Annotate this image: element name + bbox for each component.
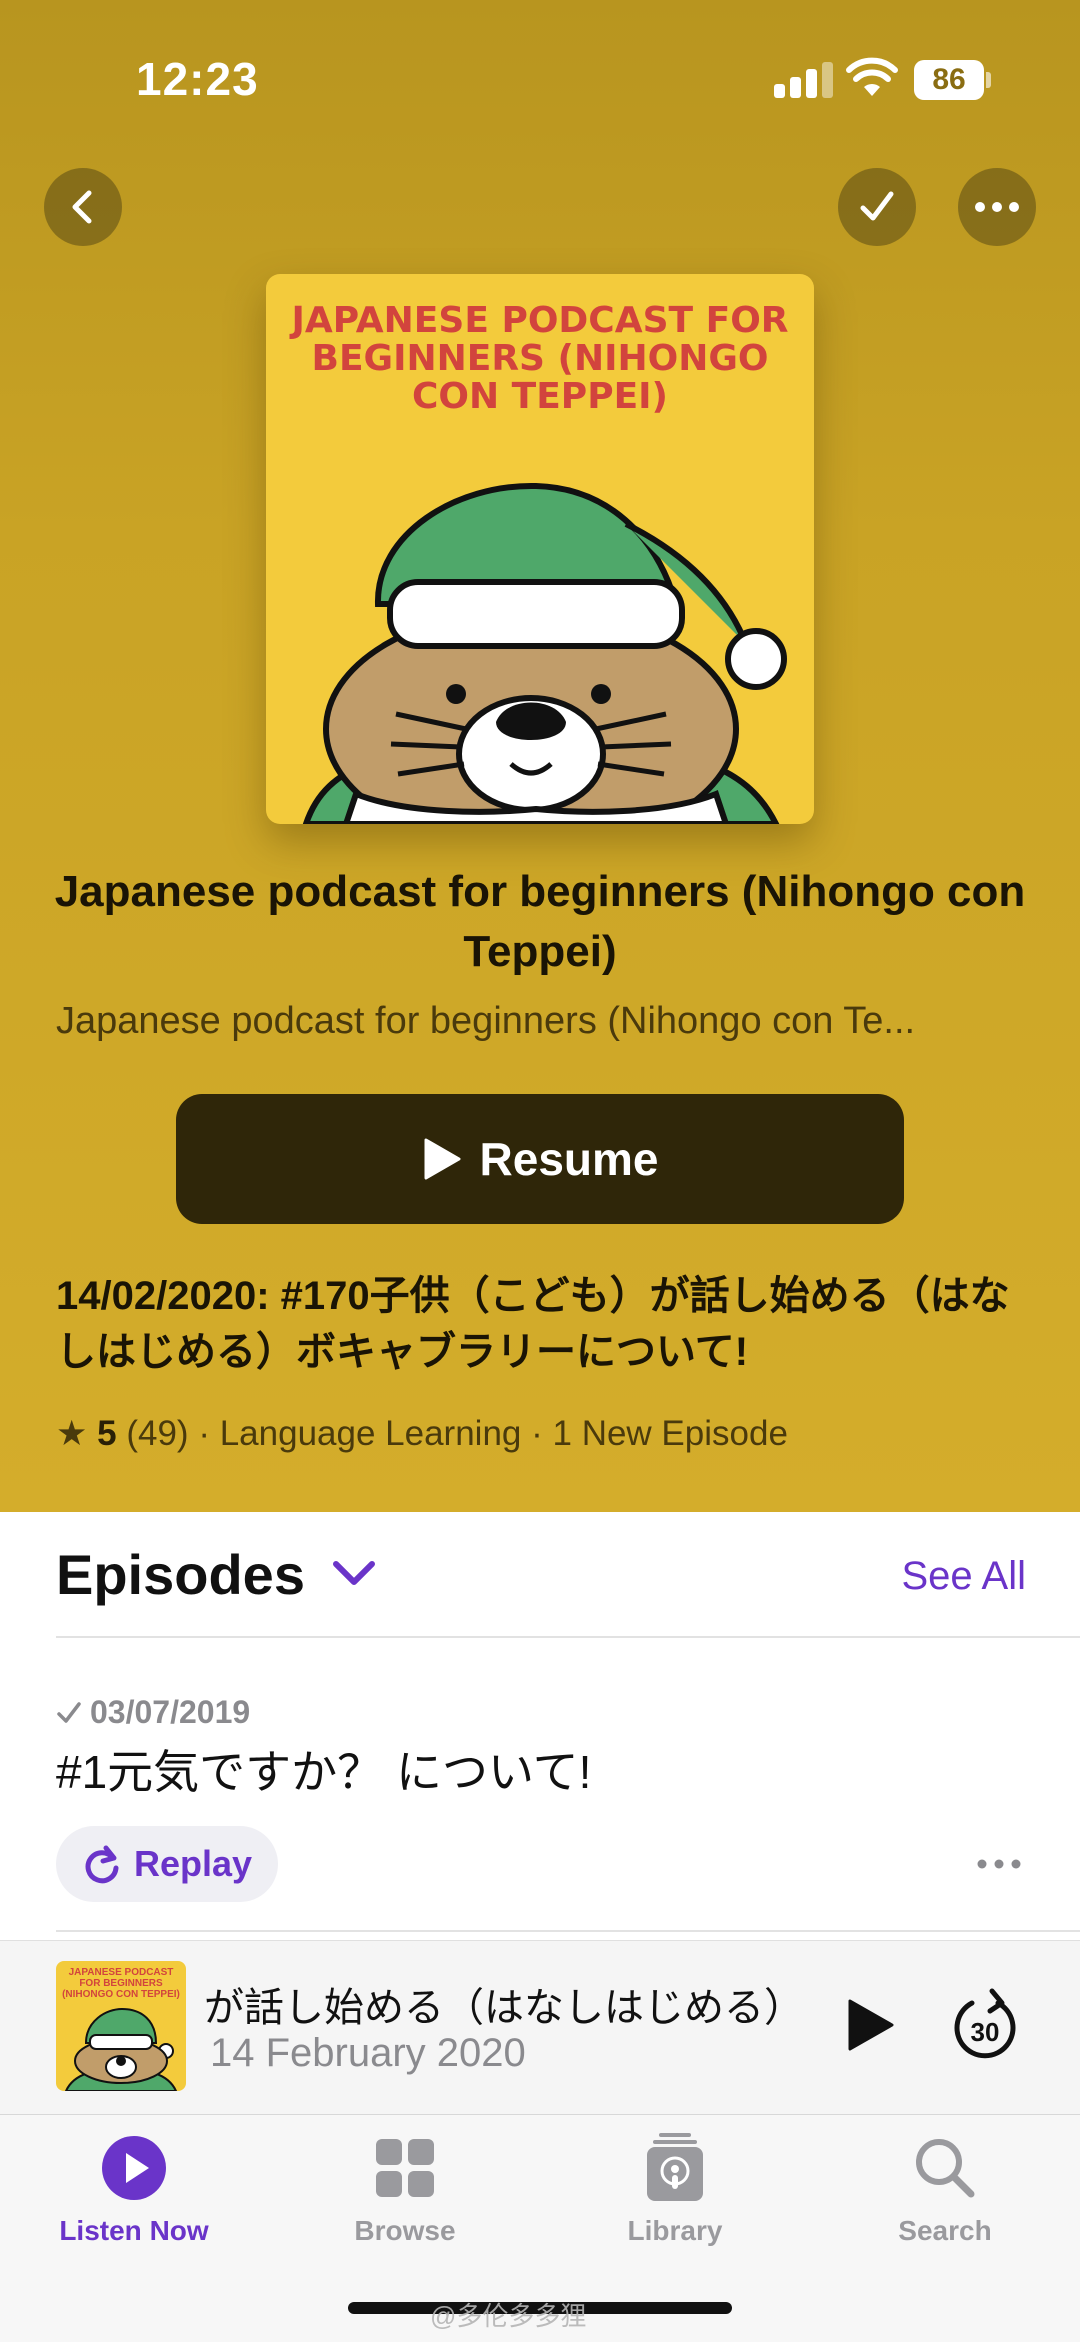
played-checkmark-icon: [57, 1701, 81, 1723]
rating-value: 5: [97, 1414, 117, 1453]
chevron-down-icon[interactable]: [332, 1558, 376, 1588]
see-all-link[interactable]: See All: [901, 1554, 1026, 1599]
ellipsis-icon: [975, 202, 1019, 212]
new-episodes-count: 1 New Episode: [552, 1414, 788, 1453]
meta-separator: ·: [531, 1414, 553, 1453]
divider: [56, 1636, 1080, 1638]
play-icon: [424, 1138, 461, 1180]
episodes-heading[interactable]: Episodes: [56, 1542, 305, 1607]
back-button[interactable]: [44, 168, 122, 246]
tab-search[interactable]: Search: [835, 2133, 1055, 2247]
category-link[interactable]: Language Learning: [220, 1414, 522, 1453]
replay-label: Replay: [133, 1843, 253, 1884]
wifi-icon: [846, 57, 898, 96]
chevron-left-icon: [72, 190, 92, 224]
podcast-metadata: ★ 5 (49) · Language Learning · 1 New Epi…: [56, 1414, 1036, 1454]
mini-player[interactable]: JAPANESE PODCAST FOR BEGINNERS (NIHONGO …: [0, 1940, 1080, 2114]
episode-date: 03/07/2019: [56, 1694, 250, 1731]
star-icon: ★: [56, 1414, 88, 1453]
skip-forward-30-button[interactable]: 30: [950, 1987, 1020, 2063]
battery-indicator: 86: [914, 60, 984, 100]
tab-listen-now[interactable]: Listen Now: [24, 2133, 244, 2247]
tab-label: Listen Now: [59, 2215, 209, 2246]
status-time: 12:23: [136, 53, 259, 105]
more-options-button[interactable]: [958, 168, 1036, 246]
mini-player-title: が話し始める（はなしはじめる）: [204, 1986, 804, 2030]
episode-title[interactable]: #1元気ですか？ について!: [56, 1736, 591, 1802]
podcast-hero: 12:23 86 JAPANESE PODCAST FOR BEGINNERS …: [0, 0, 1080, 1512]
resume-button[interactable]: Resume: [176, 1094, 904, 1224]
mini-player-artwork: JAPANESE PODCAST FOR BEGINNERS (NIHONGO …: [56, 1961, 186, 2091]
meta-separator: ·: [198, 1414, 220, 1453]
episode-more-icon[interactable]: [974, 1846, 1024, 1882]
follow-checkmark-button[interactable]: [838, 168, 916, 246]
latest-episode-description[interactable]: 14/02/2020: #170子供（こども）が話し始める（はなしはじめる）ボキ…: [56, 1268, 1026, 1380]
cellular-signal-icon: [774, 62, 836, 98]
search-icon: [910, 2133, 980, 2203]
skip-seconds-text: 30: [971, 2017, 1000, 2047]
replay-button[interactable]: Replay: [56, 1826, 278, 1902]
tab-label: Browse: [354, 2215, 456, 2246]
resume-label: Resume: [479, 1133, 659, 1185]
tab-label: Search: [898, 2215, 992, 2246]
status-bar: 12:23 86: [0, 0, 1080, 160]
episode-date-text: 03/07/2019: [90, 1694, 251, 1730]
tab-library[interactable]: Library: [565, 2133, 785, 2247]
replay-icon: [85, 1845, 119, 1884]
podcast-title: Japanese podcast for beginners (Nihongo …: [54, 867, 1026, 976]
library-icon: [640, 2133, 710, 2203]
podcast-artwork: JAPANESE PODCAST FOR BEGINNERS (NIHONGO …: [266, 274, 814, 824]
episodes-header: Episodes See All: [56, 1542, 1026, 1612]
grid-icon: [370, 2133, 440, 2203]
tab-label: Library: [627, 2215, 723, 2246]
mini-play-button[interactable]: [840, 1995, 900, 2055]
otter-mascot-illustration: [302, 482, 787, 824]
mini-otter-illustration: [64, 2007, 178, 2091]
divider: [56, 1930, 1080, 1932]
tab-browse[interactable]: Browse: [295, 2133, 515, 2247]
mini-player-date: 14 February 2020: [210, 2031, 526, 2075]
artwork-title-text: JAPANESE PODCAST FOR BEGINNERS (NIHONGO …: [291, 300, 789, 417]
podcast-author-link[interactable]: Japanese podcast for beginners (Nihongo …: [56, 1000, 1026, 1043]
battery-tip: [986, 72, 991, 88]
watermark: @多伦多多狸: [430, 2301, 587, 2331]
rating-count: (49): [126, 1414, 189, 1453]
checkmark-icon: [860, 191, 894, 221]
play-circle-icon: [99, 2133, 169, 2203]
